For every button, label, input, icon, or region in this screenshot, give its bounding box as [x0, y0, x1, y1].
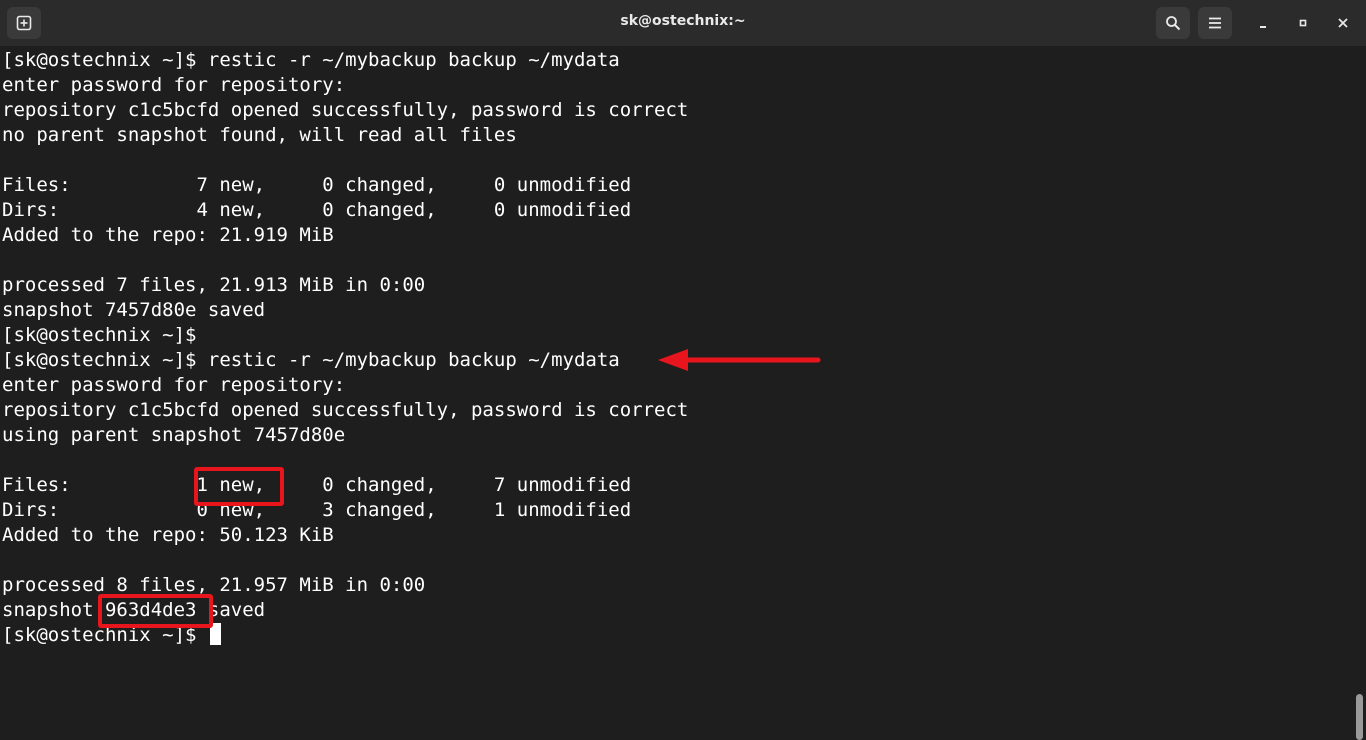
- terminal-line: Dirs: 4 new, 0 changed, 0 unmodified: [2, 199, 632, 221]
- terminal-line: processed 7 files, 21.913 MiB in 0:00: [2, 274, 426, 296]
- annotation-arrow-icon: [658, 349, 821, 371]
- terminal-line: repository c1c5bcfd opened successfully,…: [2, 99, 689, 121]
- terminal-line: Dirs: 0 new, 3 changed, 1 unmodified: [2, 499, 632, 521]
- scrollbar[interactable]: [1352, 46, 1366, 740]
- terminal-line: repository c1c5bcfd opened successfully,…: [2, 399, 689, 421]
- menu-button[interactable]: [1198, 7, 1232, 39]
- terminal-line: Added to the repo: 50.123 KiB: [2, 524, 334, 546]
- terminal-line: Files: 1 new, 0 changed, 7 unmodified: [2, 474, 632, 496]
- search-icon: [1166, 16, 1181, 31]
- close-button[interactable]: [1328, 8, 1358, 38]
- terminal-line: Files: 7 new, 0 changed, 0 unmodified: [2, 174, 632, 196]
- maximize-icon: [1299, 19, 1307, 27]
- close-icon: [1338, 18, 1348, 28]
- title-bar: sk@ostechnix:~: [0, 0, 1366, 46]
- maximize-button[interactable]: [1288, 8, 1318, 38]
- terminal-line: enter password for repository:: [2, 374, 346, 396]
- highlight-box-snapshot-id: [98, 594, 213, 628]
- hamburger-menu-icon: [1209, 17, 1221, 29]
- minimize-icon: [1260, 26, 1266, 28]
- highlight-box-files-new: [194, 467, 284, 506]
- terminal-line: snapshot 7457d80e saved: [2, 299, 266, 321]
- terminal-line: using parent snapshot 7457d80e: [2, 424, 346, 446]
- terminal-line: Added to the repo: 21.919 MiB: [2, 224, 334, 246]
- terminal-line: enter password for repository:: [2, 74, 346, 96]
- terminal-line: no parent snapshot found, will read all …: [2, 124, 517, 146]
- terminal-line: [sk@ostechnix ~]$ restic -r ~/mybackup b…: [2, 49, 620, 71]
- minimize-button[interactable]: [1248, 8, 1278, 38]
- terminal-line: [sk@ostechnix ~]$: [2, 324, 197, 346]
- terminal-line: [sk@ostechnix ~]$ restic -r ~/mybackup b…: [2, 349, 620, 371]
- terminal-line: processed 8 files, 21.957 MiB in 0:00: [2, 574, 426, 596]
- scrollbar-thumb[interactable]: [1356, 694, 1363, 740]
- search-button[interactable]: [1156, 7, 1190, 39]
